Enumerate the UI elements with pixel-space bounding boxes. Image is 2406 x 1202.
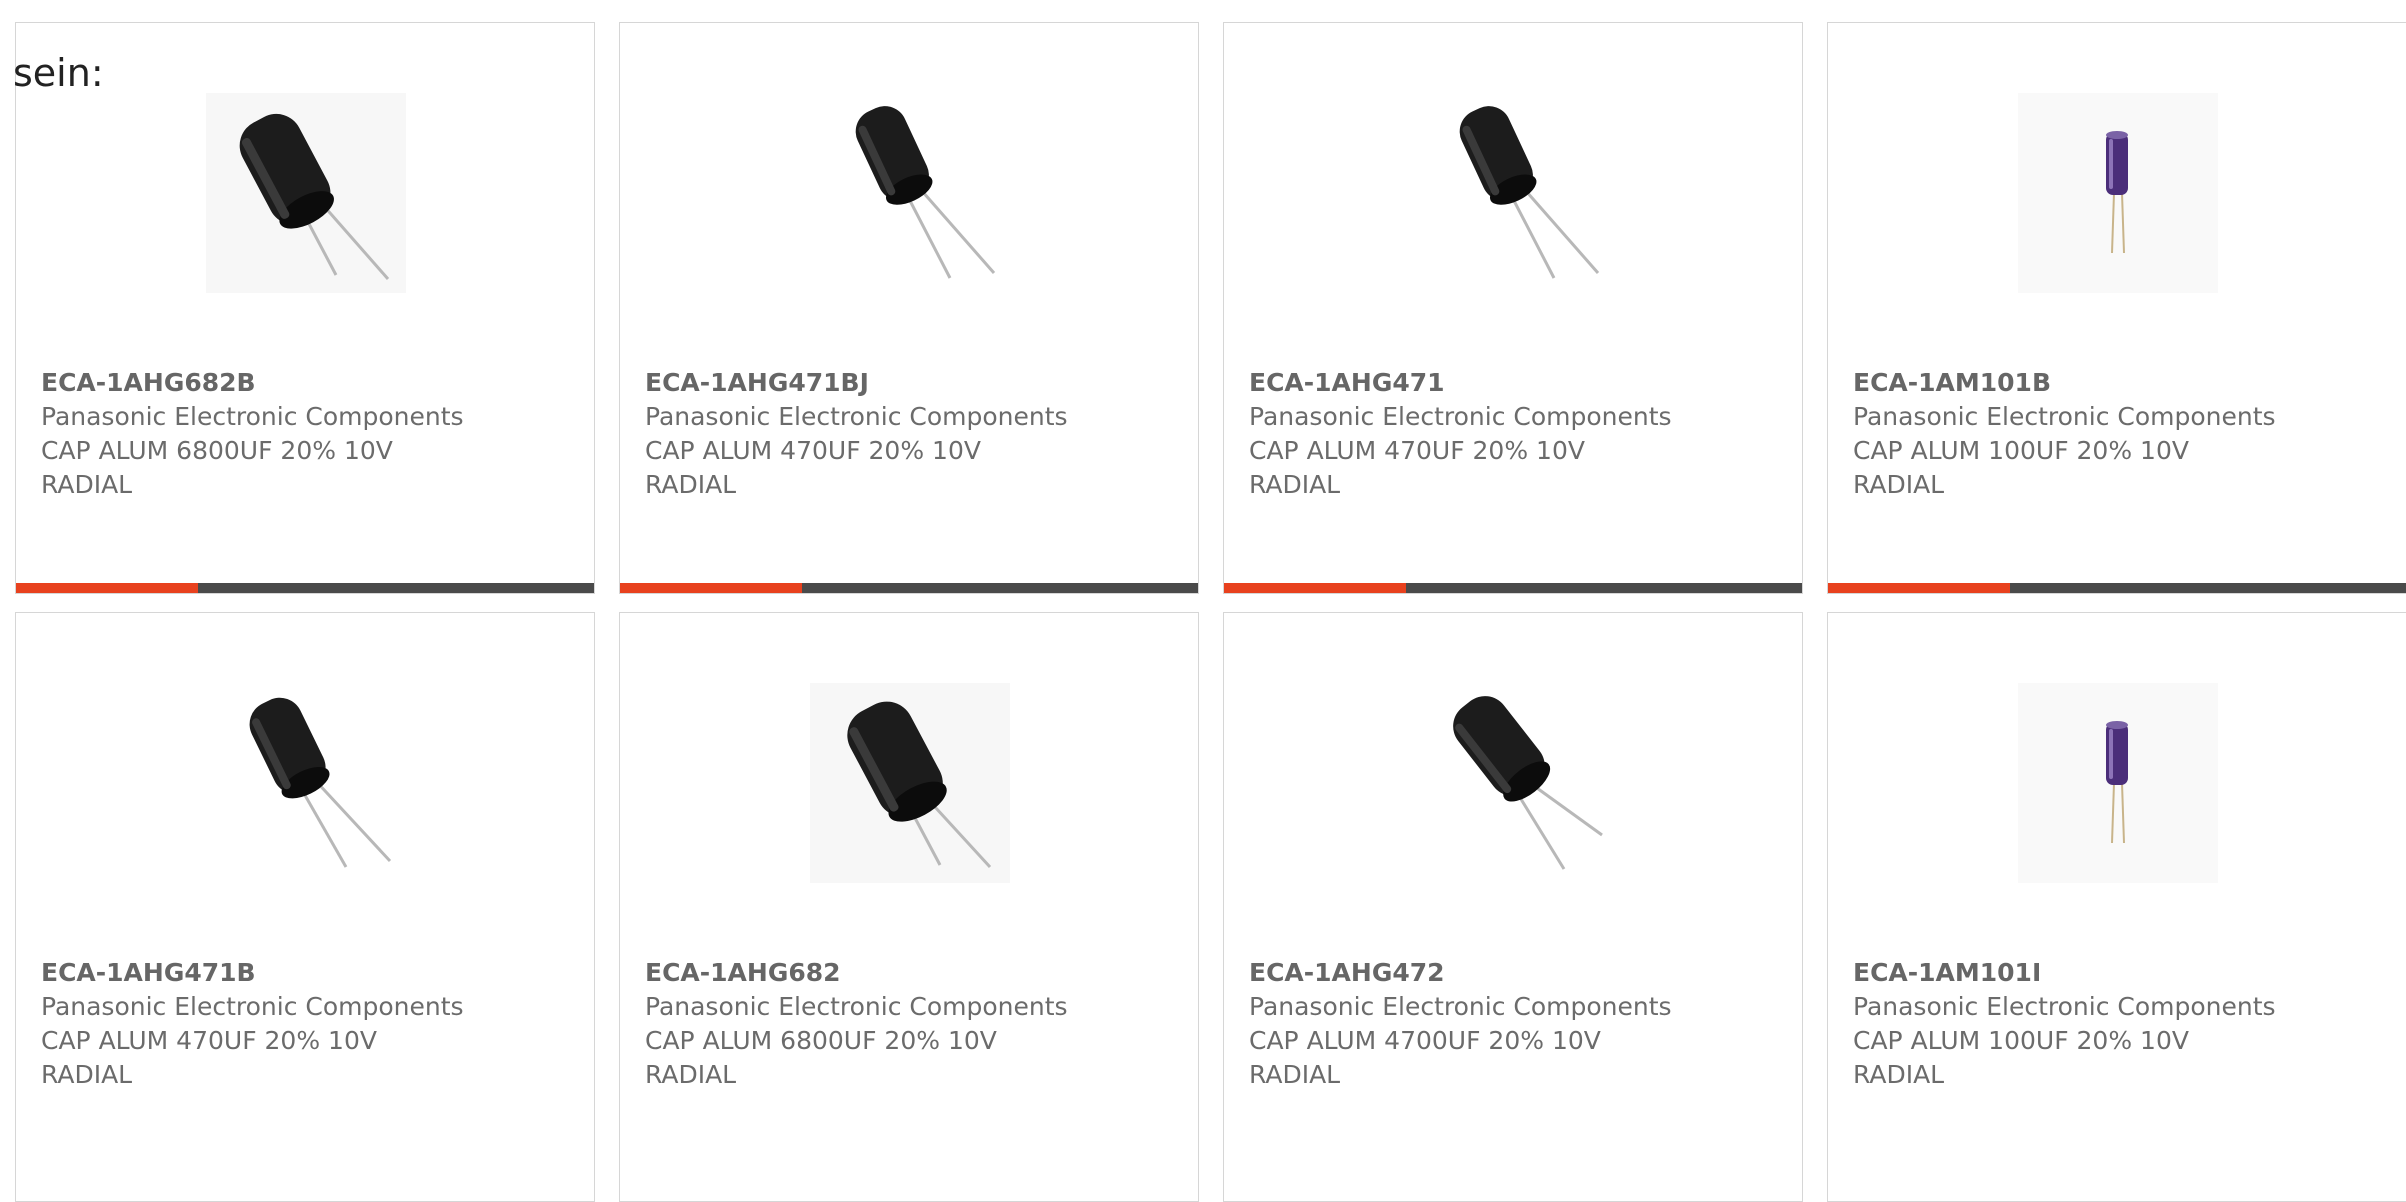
part-number-link[interactable]: ECA-1AHG471 — [1249, 366, 1672, 400]
capacitor-image — [1414, 683, 1614, 883]
manufacturer-label: Panasonic Electronic Components — [41, 992, 464, 1021]
card-accent-fill — [620, 583, 802, 593]
description-line: RADIAL — [645, 470, 737, 499]
product-info: ECA-1AHG471B Panasonic Electronic Compon… — [41, 956, 464, 1092]
product-info: ECA-1AM101I Panasonic Electronic Compone… — [1853, 956, 2276, 1092]
description-line: RADIAL — [41, 1060, 133, 1089]
manufacturer-label: Panasonic Electronic Components — [645, 402, 1068, 431]
manufacturer-label: Panasonic Electronic Components — [1853, 992, 2276, 1021]
description-line: RADIAL — [1249, 470, 1341, 499]
description-line: RADIAL — [1853, 470, 1945, 499]
product-card[interactable]: ECA-1AHG471BJ Panasonic Electronic Compo… — [619, 22, 1199, 594]
lead-text: sein: — [13, 51, 104, 95]
description-line: RADIAL — [1249, 1060, 1341, 1089]
part-number-link[interactable]: ECA-1AHG682B — [41, 366, 464, 400]
manufacturer-label: Panasonic Electronic Components — [1853, 402, 2276, 431]
card-accent-fill — [16, 583, 198, 593]
manufacturer-label: Panasonic Electronic Components — [1249, 402, 1672, 431]
capacitor-image — [1414, 93, 1614, 293]
description-line: CAP ALUM 470UF 20% 10V — [1249, 436, 1585, 465]
part-number-link[interactable]: ECA-1AHG472 — [1249, 956, 1672, 990]
description-line: RADIAL — [1853, 1060, 1945, 1089]
manufacturer-label: Panasonic Electronic Components — [1249, 992, 1672, 1021]
description-line: CAP ALUM 6800UF 20% 10V — [645, 1026, 997, 1055]
part-number-link[interactable]: ECA-1AHG471BJ — [645, 366, 1068, 400]
manufacturer-label: Panasonic Electronic Components — [41, 402, 464, 431]
product-info: ECA-1AHG682B Panasonic Electronic Compon… — [41, 366, 464, 502]
card-accent-bar — [16, 583, 594, 593]
description-line: RADIAL — [41, 470, 133, 499]
product-card[interactable]: ECA-1AHG472 Panasonic Electronic Compone… — [1223, 612, 1803, 1202]
capacitor-image — [206, 683, 406, 883]
card-accent-fill — [1828, 583, 2010, 593]
card-accent-bar — [1828, 583, 2406, 593]
product-info: ECA-1AHG471 Panasonic Electronic Compone… — [1249, 366, 1672, 502]
product-card[interactable]: ECA-1AM101B Panasonic Electronic Compone… — [1827, 22, 2406, 594]
product-card[interactable]: ECA-1AHG682 Panasonic Electronic Compone… — [619, 612, 1199, 1202]
product-info: ECA-1AHG682 Panasonic Electronic Compone… — [645, 956, 1068, 1092]
product-info: ECA-1AHG472 Panasonic Electronic Compone… — [1249, 956, 1672, 1092]
product-info: ECA-1AHG471BJ Panasonic Electronic Compo… — [645, 366, 1068, 502]
card-accent-bar — [620, 583, 1198, 593]
product-grid: ECA-1AHG682B Panasonic Electronic Compon… — [0, 0, 2406, 1202]
capacitor-image — [206, 93, 406, 293]
description-line: CAP ALUM 470UF 20% 10V — [645, 436, 981, 465]
part-number-link[interactable]: ECA-1AHG682 — [645, 956, 1068, 990]
capacitor-image — [2018, 683, 2218, 883]
card-accent-bar — [1224, 583, 1802, 593]
product-card[interactable]: ECA-1AHG471B Panasonic Electronic Compon… — [15, 612, 595, 1202]
description-line: CAP ALUM 100UF 20% 10V — [1853, 1026, 2189, 1055]
product-card[interactable]: ECA-1AM101I Panasonic Electronic Compone… — [1827, 612, 2406, 1202]
description-line: RADIAL — [645, 1060, 737, 1089]
capacitor-image — [2018, 93, 2218, 293]
manufacturer-label: Panasonic Electronic Components — [645, 992, 1068, 1021]
description-line: CAP ALUM 470UF 20% 10V — [41, 1026, 377, 1055]
description-line: CAP ALUM 100UF 20% 10V — [1853, 436, 2189, 465]
part-number-link[interactable]: ECA-1AM101B — [1853, 366, 2276, 400]
description-line: CAP ALUM 6800UF 20% 10V — [41, 436, 393, 465]
product-card[interactable]: ECA-1AHG471 Panasonic Electronic Compone… — [1223, 22, 1803, 594]
capacitor-image — [810, 683, 1010, 883]
card-accent-fill — [1224, 583, 1406, 593]
description-line: CAP ALUM 4700UF 20% 10V — [1249, 1026, 1601, 1055]
product-info: ECA-1AM101B Panasonic Electronic Compone… — [1853, 366, 2276, 502]
capacitor-image — [810, 93, 1010, 293]
part-number-link[interactable]: ECA-1AM101I — [1853, 956, 2276, 990]
part-number-link[interactable]: ECA-1AHG471B — [41, 956, 464, 990]
product-card[interactable]: ECA-1AHG682B Panasonic Electronic Compon… — [15, 22, 595, 594]
